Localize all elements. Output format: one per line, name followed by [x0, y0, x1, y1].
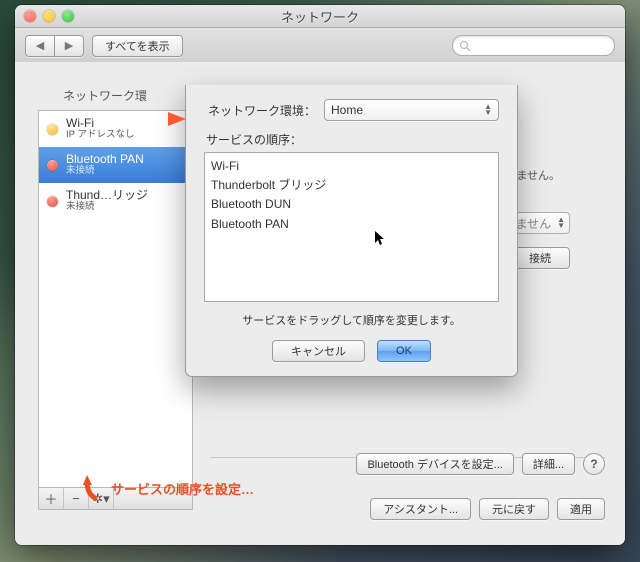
- advanced-button[interactable]: 詳細...: [522, 453, 575, 475]
- service-item-thunderbolt[interactable]: Thund…リッジ 未接続: [39, 183, 192, 219]
- service-status: 未接続: [66, 202, 148, 213]
- service-list[interactable]: Wi-Fi IP アドレスなし Bluetooth PAN 未接続 Thund……: [38, 110, 193, 487]
- network-preferences-window: ネットワーク ◀ ▶ すべてを表示 ネットワーク環 Wi-Fi IP アドレスな…: [15, 5, 625, 545]
- service-status: 未接続: [66, 166, 144, 177]
- action-menu-button[interactable]: ✲▾: [89, 488, 114, 509]
- order-item[interactable]: Bluetooth DUN: [211, 195, 492, 214]
- nav-segment: ◀ ▶: [25, 35, 84, 57]
- help-button[interactable]: ?: [583, 453, 605, 475]
- back-button[interactable]: ◀: [25, 35, 55, 57]
- service-item-wifi[interactable]: Wi-Fi IP アドレスなし: [39, 111, 192, 147]
- order-hint: サービスをドラッグして順序を変更します。: [204, 312, 499, 328]
- titlebar[interactable]: ネットワーク: [15, 5, 625, 28]
- order-label: サービスの順序：: [206, 131, 499, 148]
- service-sidebar: Wi-Fi IP アドレスなし Bluetooth PAN 未接続 Thund……: [38, 110, 193, 510]
- order-list[interactable]: Wi-Fi Thunderbolt ブリッジ Bluetooth DUN Blu…: [204, 152, 499, 302]
- forward-button[interactable]: ▶: [55, 35, 84, 57]
- show-all-button[interactable]: すべてを表示: [92, 35, 183, 57]
- status-dot-icon: [47, 160, 58, 171]
- sidebar-footer: ＋ − ✲▾: [38, 487, 193, 510]
- connect-button[interactable]: 接続: [510, 247, 570, 269]
- service-status: IP アドレスなし: [66, 130, 134, 141]
- toolbar: ◀ ▶ すべてを表示: [15, 28, 625, 64]
- status-dot-icon: [47, 124, 58, 135]
- assistant-button[interactable]: アシスタント...: [370, 498, 471, 520]
- add-service-button[interactable]: ＋: [39, 488, 64, 509]
- cursor-icon: [375, 231, 387, 254]
- order-item[interactable]: Wi-Fi: [211, 157, 492, 176]
- status-dot-icon: [47, 196, 58, 207]
- location-label-background: ネットワーク環: [63, 87, 147, 104]
- remove-service-button[interactable]: −: [64, 488, 89, 509]
- bluetooth-setup-button[interactable]: Bluetooth デバイスを設定...: [356, 453, 513, 475]
- content-area: ネットワーク環 Wi-Fi IP アドレスなし Bluetooth PAN 未接…: [15, 62, 625, 545]
- search-field[interactable]: [452, 35, 615, 56]
- location-value: Home: [331, 103, 363, 117]
- apply-button[interactable]: 適用: [557, 498, 605, 520]
- service-item-bluetooth-pan[interactable]: Bluetooth PAN 未接続: [39, 147, 192, 183]
- cancel-button[interactable]: キャンセル: [272, 340, 365, 362]
- chevron-updown-icon: ▲▼: [484, 104, 492, 116]
- service-order-sheet: ネットワーク環境： Home ▲▼ サービスの順序： Wi-Fi Thunder…: [185, 85, 518, 377]
- ok-button[interactable]: OK: [377, 340, 431, 362]
- search-icon: [459, 40, 471, 52]
- order-item[interactable]: Bluetooth PAN: [211, 215, 492, 234]
- location-label: ネットワーク環境：: [204, 102, 316, 119]
- chevron-updown-icon: ▲▼: [557, 217, 565, 229]
- window-title: ネットワーク: [15, 7, 625, 26]
- order-item[interactable]: Thunderbolt ブリッジ: [211, 176, 492, 195]
- device-popup-value: ません: [515, 215, 551, 232]
- location-popup[interactable]: Home ▲▼: [324, 99, 499, 121]
- service-name: Wi-Fi: [66, 117, 134, 131]
- revert-button[interactable]: 元に戻す: [479, 498, 549, 520]
